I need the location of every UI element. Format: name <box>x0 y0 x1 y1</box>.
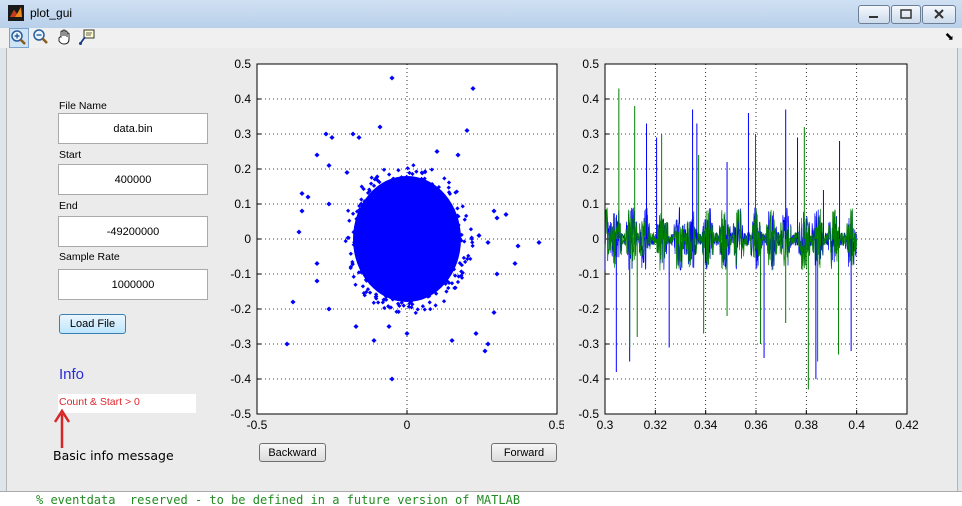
maximize-button[interactable] <box>891 5 921 24</box>
info-message: Count & Start > 0 <box>58 394 196 413</box>
y-tick-label: -0.2 <box>230 302 251 316</box>
matlab-app-icon <box>8 5 24 21</box>
y-tick-label: 0 <box>592 232 599 246</box>
y-tick-label: -0.5 <box>230 407 251 421</box>
data-cursor-icon <box>79 29 95 45</box>
toolbar-dock-arrow[interactable]: ⬊ <box>945 30 954 43</box>
forward-button[interactable]: Forward <box>491 443 557 462</box>
pan-hand-icon <box>58 29 70 45</box>
window-title: plot_gui <box>30 6 73 20</box>
start-label: Start <box>59 149 82 161</box>
minimize-button[interactable] <box>858 5 890 24</box>
annotation-arrow-icon <box>53 408 71 448</box>
maximize-icon <box>900 9 912 19</box>
code-line: % eventdata reserved - to be defined in … <box>36 493 521 506</box>
data-cursor-button[interactable] <box>78 28 98 48</box>
minimize-icon <box>869 16 878 18</box>
y-tick-label: 0.2 <box>582 162 599 176</box>
y-tick-label: -0.5 <box>578 407 599 421</box>
y-tick-label: -0.2 <box>578 302 599 316</box>
sample-rate-input[interactable]: 1000000 <box>58 269 208 300</box>
file-name-label: File Name <box>59 100 107 112</box>
x-tick-label: 0.34 <box>694 418 718 432</box>
y-tick-label: 0.4 <box>234 92 251 106</box>
x-tick-label: 0 <box>404 418 411 432</box>
backward-button[interactable]: Backward <box>259 443 326 462</box>
zoom-in-icon <box>11 30 26 45</box>
window-titlebar: plot_gui <box>0 0 962 29</box>
end-input[interactable]: -49200000 <box>58 216 208 247</box>
y-tick-label: 0.5 <box>234 57 251 71</box>
zoom-out-button[interactable] <box>32 28 52 48</box>
y-tick-label: -0.4 <box>578 372 599 386</box>
y-tick-label: 0.4 <box>582 92 599 106</box>
x-tick-label: 0.38 <box>795 418 819 432</box>
close-icon <box>934 9 944 19</box>
y-tick-label: -0.3 <box>578 337 599 351</box>
y-tick-label: 0 <box>244 232 251 246</box>
y-tick-label: -0.1 <box>578 267 599 281</box>
sample-rate-label: Sample Rate <box>59 251 120 263</box>
x-tick-label: 0.3 <box>597 418 614 432</box>
x-tick-label: 0.36 <box>744 418 768 432</box>
pan-button[interactable] <box>56 28 76 48</box>
y-tick-label: 0.1 <box>582 197 599 211</box>
figure-toolbar: ⬊ <box>0 28 962 48</box>
x-tick-label: 0.4 <box>848 418 865 432</box>
y-tick-label: -0.1 <box>230 267 251 281</box>
close-button[interactable] <box>922 5 956 24</box>
y-tick-label: 0.3 <box>234 127 251 141</box>
editor-code-strip: % eventdata reserved - to be defined in … <box>0 491 962 506</box>
load-file-button[interactable]: Load File <box>59 314 126 334</box>
y-tick-label: -0.3 <box>230 337 251 351</box>
end-label: End <box>59 200 78 212</box>
y-tick-label: -0.4 <box>230 372 251 386</box>
start-input[interactable]: 400000 <box>58 164 208 195</box>
annotation-text: Basic info message <box>53 448 174 463</box>
y-tick-label: 0.5 <box>582 57 599 71</box>
x-tick-label: 0.5 <box>549 418 564 432</box>
file-name-input[interactable]: data.bin <box>58 113 208 144</box>
info-heading: Info <box>59 366 85 383</box>
scatter-plot[interactable]: -0.5 0 0.5 0.5 0.4 0.3 0.2 0.1 0 -0.1 -0.2 -0.3 -0.4… <box>214 56 564 438</box>
y-tick-label: 0.2 <box>234 162 251 176</box>
y-tick-label: 0.3 <box>582 127 599 141</box>
x-tick-label: 0.32 <box>644 418 668 432</box>
zoom-out-icon <box>33 29 48 44</box>
x-tick-label: 0.42 <box>895 418 919 432</box>
zoom-in-button[interactable] <box>9 28 29 48</box>
time-series-plot[interactable]: 0.3 0.32 0.34 0.36 0.38 0.4 0.42 0.5 0.4 0.3 0.2 0.… <box>570 56 920 438</box>
y-tick-label: 0.1 <box>234 197 251 211</box>
